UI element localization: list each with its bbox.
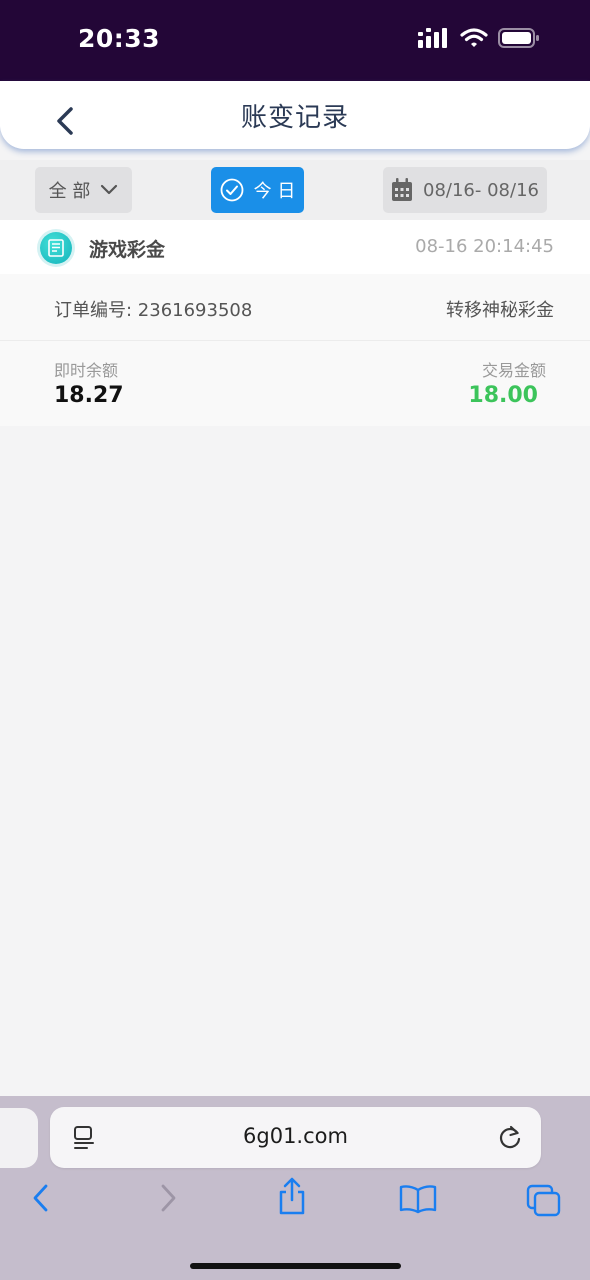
status-time: 20:33 [78, 24, 161, 53]
amount-value: 18.00 [468, 383, 538, 408]
previous-tab-peek[interactable] [0, 1108, 38, 1168]
tabs-icon[interactable] [526, 1184, 562, 1218]
filter-bar: 全 部 今 日 08/16- 08/16 [0, 160, 590, 220]
status-icons [418, 28, 540, 48]
record-category: 游戏彩金 [89, 239, 166, 261]
nav-header: 账变记录 [0, 81, 590, 149]
calendar-icon [392, 178, 413, 201]
balance-value: 18.27 [54, 383, 124, 408]
status-bar: 20:33 [0, 0, 590, 81]
page-title: 账变记录 [240, 103, 349, 133]
receipt-icon [40, 232, 72, 264]
reload-icon[interactable] [497, 1123, 523, 1151]
home-indicator [190, 1263, 401, 1269]
browser-toolbar: 6g01.com [0, 1096, 590, 1280]
bookmarks-icon[interactable] [399, 1184, 437, 1214]
record-body: 订单编号: 2361693508 转移神秘彩金 即时余额 18.27 交易金额 … [0, 274, 590, 426]
battery-icon [498, 28, 539, 48]
share-icon[interactable] [276, 1176, 308, 1216]
back-icon[interactable] [28, 1181, 54, 1215]
filter-today-button[interactable]: 今 日 [211, 167, 304, 213]
forward-icon[interactable] [155, 1181, 181, 1215]
transaction-type: 转移神秘彩金 [446, 300, 554, 321]
check-circle-icon [220, 178, 244, 202]
order-row: 订单编号: 2361693508 转移神秘彩金 [0, 274, 590, 341]
record-timestamp: 08-16 20:14:45 [415, 236, 554, 257]
chevron-down-icon [101, 184, 118, 195]
balance-label: 即时余额 [54, 361, 119, 380]
amount-label: 交易金额 [481, 361, 546, 380]
wifi-icon [460, 28, 488, 47]
cellular-signal-icon [418, 28, 447, 48]
filter-today-label: 今 日 [253, 181, 296, 202]
url-text: 6g01.com [243, 1124, 348, 1148]
filter-all-label: 全 部 [48, 181, 91, 202]
date-range-picker[interactable]: 08/16- 08/16 [383, 167, 547, 213]
record-header[interactable]: 游戏彩金 08-16 20:14:45 [0, 220, 590, 274]
address-bar[interactable]: 6g01.com [50, 1107, 541, 1168]
date-range-text: 08/16- 08/16 [423, 179, 539, 201]
order-number: 订单编号: 2361693508 [54, 300, 253, 321]
filter-all-dropdown[interactable]: 全 部 [35, 167, 132, 213]
